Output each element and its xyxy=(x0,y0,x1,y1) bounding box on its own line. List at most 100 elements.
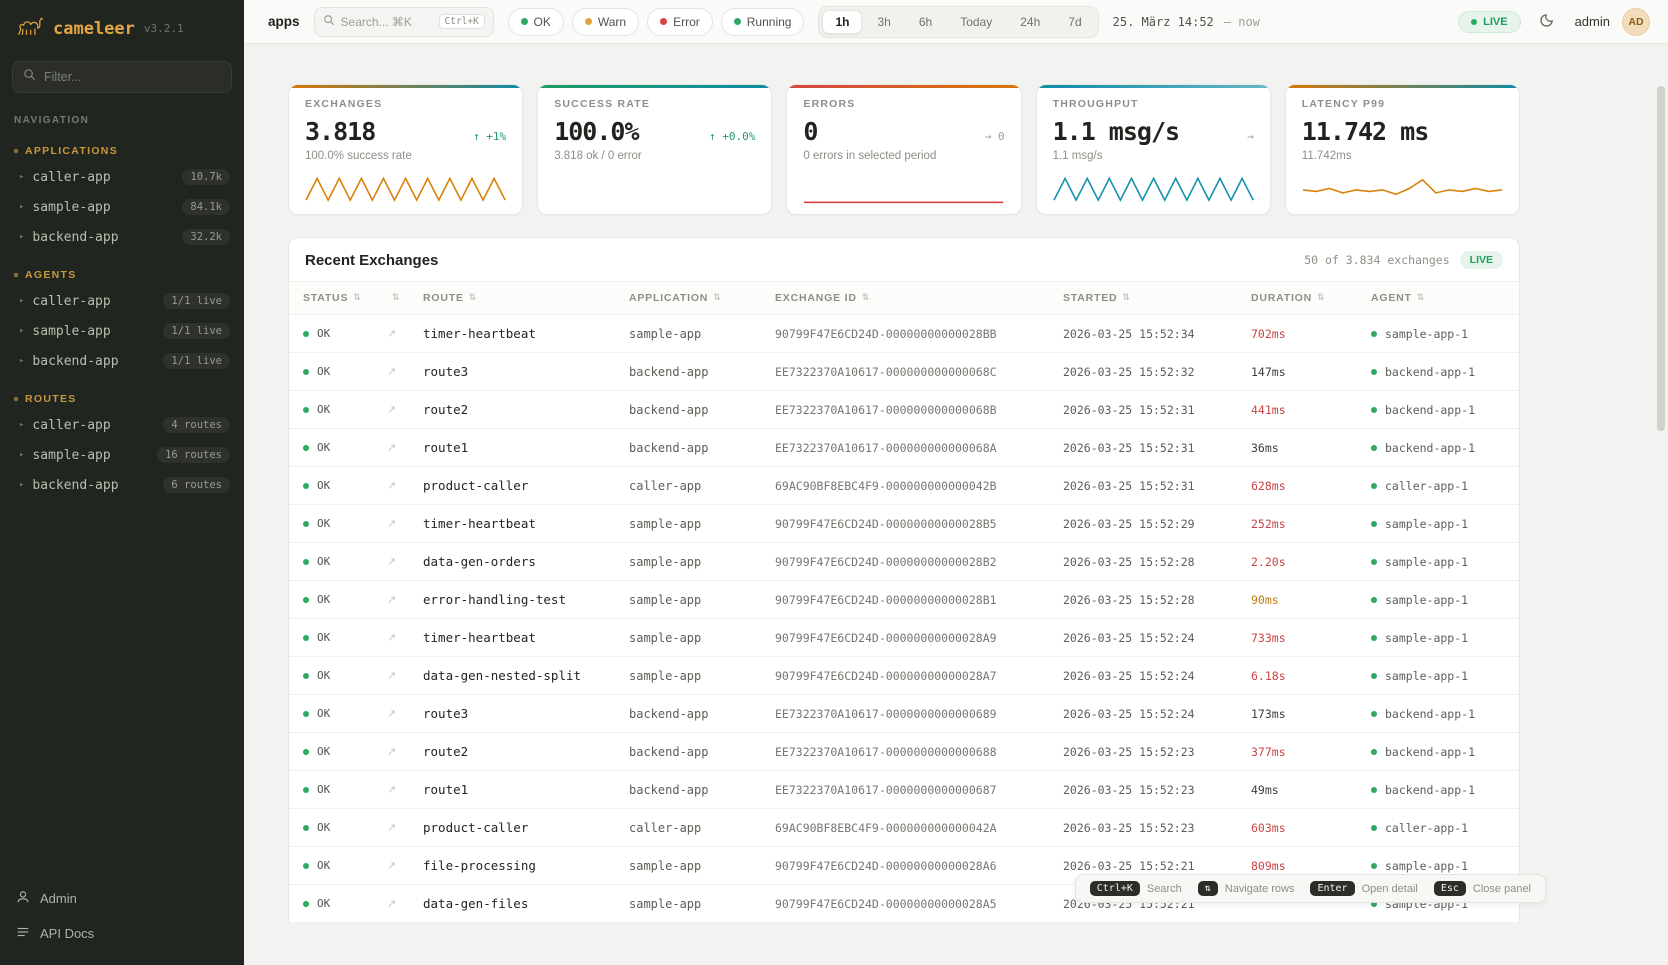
recent-exchanges-panel: Recent Exchanges 50 of 3.834 exchanges L… xyxy=(288,237,1520,923)
live-toggle[interactable]: LIVE xyxy=(1458,11,1520,33)
open-detail-icon[interactable]: ↗ xyxy=(387,783,423,796)
cell-started: 2026-03-25 15:52:24 xyxy=(1063,631,1251,645)
cell-status: OK xyxy=(303,631,387,644)
sidebar-item-label: backend-app xyxy=(32,230,118,245)
sidebar-item-api-docs[interactable]: API Docs xyxy=(0,916,244,951)
time-range-button[interactable]: 7d xyxy=(1055,10,1094,34)
table-row[interactable]: OK ↗ route3 backend-app EE7322370A10617-… xyxy=(289,353,1519,391)
status-label: OK xyxy=(317,669,330,682)
open-detail-icon[interactable]: ↗ xyxy=(387,479,423,492)
open-detail-icon[interactable]: ↗ xyxy=(387,897,423,910)
status-filter-chip[interactable]: OK xyxy=(508,8,564,36)
topbar-right: LIVE admin AD xyxy=(1458,7,1650,37)
cell-started: 2026-03-25 15:52:31 xyxy=(1063,479,1251,493)
table-row[interactable]: OK ↗ product-caller caller-app 69AC90BF8… xyxy=(289,467,1519,505)
open-detail-icon[interactable]: ↗ xyxy=(387,593,423,606)
keyboard-hint: ⇅ Navigate rows xyxy=(1198,881,1295,896)
table-row[interactable]: OK ↗ timer-heartbeat sample-app 90799F47… xyxy=(289,619,1519,657)
theme-toggle-button[interactable] xyxy=(1533,7,1563,37)
filter-input[interactable] xyxy=(44,70,221,84)
sidebar-item-application[interactable]: ▸ backend-app 32.2k xyxy=(0,222,244,252)
open-detail-icon[interactable]: ↗ xyxy=(387,327,423,340)
cell-duration: 36ms xyxy=(1251,441,1371,455)
time-range-button[interactable]: 24h xyxy=(1007,10,1053,34)
cell-exchange-id: 90799F47E6CD24D-00000000000028A7 xyxy=(775,669,1063,683)
column-header[interactable]: STARTED ⇅ xyxy=(1063,292,1251,304)
section-header-agents[interactable]: AGENTS xyxy=(0,264,244,286)
status-label: OK xyxy=(317,631,330,644)
open-detail-icon[interactable]: ↗ xyxy=(387,821,423,834)
open-detail-icon[interactable]: ↗ xyxy=(387,631,423,644)
cell-agent: backend-app-1 xyxy=(1371,403,1519,417)
status-filter-chip[interactable]: Warn xyxy=(572,8,639,36)
search-input[interactable] xyxy=(341,15,433,29)
open-detail-icon[interactable]: ↗ xyxy=(387,555,423,568)
open-detail-icon[interactable]: ↗ xyxy=(387,707,423,720)
global-search[interactable]: Ctrl+K xyxy=(314,7,494,37)
status-filter-chip[interactable]: Running xyxy=(721,8,805,36)
cell-application: sample-app xyxy=(629,555,775,569)
table-row[interactable]: OK ↗ data-gen-orders sample-app 90799F47… xyxy=(289,543,1519,581)
column-header[interactable]: EXCHANGE ID ⇅ xyxy=(775,292,1063,304)
column-header[interactable]: APPLICATION ⇅ xyxy=(629,292,775,304)
table-row[interactable]: OK ↗ data-gen-nested-split sample-app 90… xyxy=(289,657,1519,695)
table-row[interactable]: OK ↗ error-handling-test sample-app 9079… xyxy=(289,581,1519,619)
sidebar-filter[interactable] xyxy=(12,61,232,93)
cell-started: 2026-03-25 15:52:29 xyxy=(1063,517,1251,531)
open-detail-icon[interactable]: ↗ xyxy=(387,669,423,682)
open-detail-icon[interactable]: ↗ xyxy=(387,441,423,454)
status-ok-icon xyxy=(303,483,309,489)
section-header-applications[interactable]: APPLICATIONS xyxy=(0,140,244,162)
cell-agent: sample-app-1 xyxy=(1371,669,1519,683)
sidebar-item-application[interactable]: ▸ sample-app 84.1k xyxy=(0,192,244,222)
cell-status: OK xyxy=(303,821,387,834)
sidebar-item-agent[interactable]: ▸ caller-app 1/1 live xyxy=(0,286,244,316)
table-row[interactable]: OK ↗ route3 backend-app EE7322370A10617-… xyxy=(289,695,1519,733)
sidebar-item-route[interactable]: ▸ backend-app 6 routes xyxy=(0,470,244,500)
table-row[interactable]: OK ↗ route2 backend-app EE7322370A10617-… xyxy=(289,733,1519,771)
time-range-button[interactable]: Today xyxy=(947,10,1005,34)
sidebar-item-application[interactable]: ▸ caller-app 10.7k xyxy=(0,162,244,192)
sidebar-item-label: caller-app xyxy=(32,418,110,433)
sidebar-item-route[interactable]: ▸ caller-app 4 routes xyxy=(0,410,244,440)
column-header[interactable]: STATUS ⇅ xyxy=(303,292,387,304)
sort-icon: ⇅ xyxy=(1417,293,1425,303)
topbar: apps Ctrl+K OK Warn xyxy=(244,0,1668,44)
column-header[interactable]: AGENT ⇅ xyxy=(1371,292,1519,304)
table-row[interactable]: OK ↗ route2 backend-app EE7322370A10617-… xyxy=(289,391,1519,429)
live-label: LIVE xyxy=(1483,16,1507,28)
column-header[interactable]: ROUTE ⇅ xyxy=(423,292,629,304)
table-row[interactable]: OK ↗ route1 backend-app EE7322370A10617-… xyxy=(289,429,1519,467)
sidebar-item-route[interactable]: ▸ sample-app 16 routes xyxy=(0,440,244,470)
agent-live-icon xyxy=(1371,825,1377,831)
table-row[interactable]: OK ↗ timer-heartbeat sample-app 90799F47… xyxy=(289,315,1519,353)
vertical-scrollbar-thumb[interactable] xyxy=(1657,86,1665,431)
sort-icon: ⇅ xyxy=(353,293,361,303)
status-filter-chip[interactable]: Error xyxy=(647,8,713,36)
table-row[interactable]: OK ↗ product-caller caller-app 69AC90BF8… xyxy=(289,809,1519,847)
column-header[interactable]: DURATION ⇅ xyxy=(1251,292,1371,304)
sidebar-item-agent[interactable]: ▸ backend-app 1/1 live xyxy=(0,346,244,376)
table-row[interactable]: OK ↗ timer-heartbeat sample-app 90799F47… xyxy=(289,505,1519,543)
open-detail-icon[interactable]: ↗ xyxy=(387,745,423,758)
cell-route: route1 xyxy=(423,440,629,455)
table-row[interactable]: OK ↗ route1 backend-app EE7322370A10617-… xyxy=(289,771,1519,809)
agent-live-icon xyxy=(1371,445,1377,451)
open-detail-icon[interactable]: ↗ xyxy=(387,517,423,530)
sidebar-item-admin[interactable]: Admin xyxy=(0,881,244,916)
column-header[interactable]: ⇅ xyxy=(387,293,423,303)
open-detail-icon[interactable]: ↗ xyxy=(387,859,423,872)
open-detail-icon[interactable]: ↗ xyxy=(387,365,423,378)
status-label: OK xyxy=(317,479,330,492)
section-dot-icon xyxy=(14,397,18,401)
cell-route: data-gen-nested-split xyxy=(423,668,629,683)
time-range-button[interactable]: 1h xyxy=(822,10,862,34)
count-badge: 10.7k xyxy=(182,169,230,185)
time-range-button[interactable]: 3h xyxy=(864,10,903,34)
sidebar-item-agent[interactable]: ▸ sample-app 1/1 live xyxy=(0,316,244,346)
sparkline-chart xyxy=(554,171,755,205)
time-range-button[interactable]: 6h xyxy=(906,10,945,34)
avatar[interactable]: AD xyxy=(1622,8,1650,36)
section-header-routes[interactable]: ROUTES xyxy=(0,388,244,410)
open-detail-icon[interactable]: ↗ xyxy=(387,403,423,416)
